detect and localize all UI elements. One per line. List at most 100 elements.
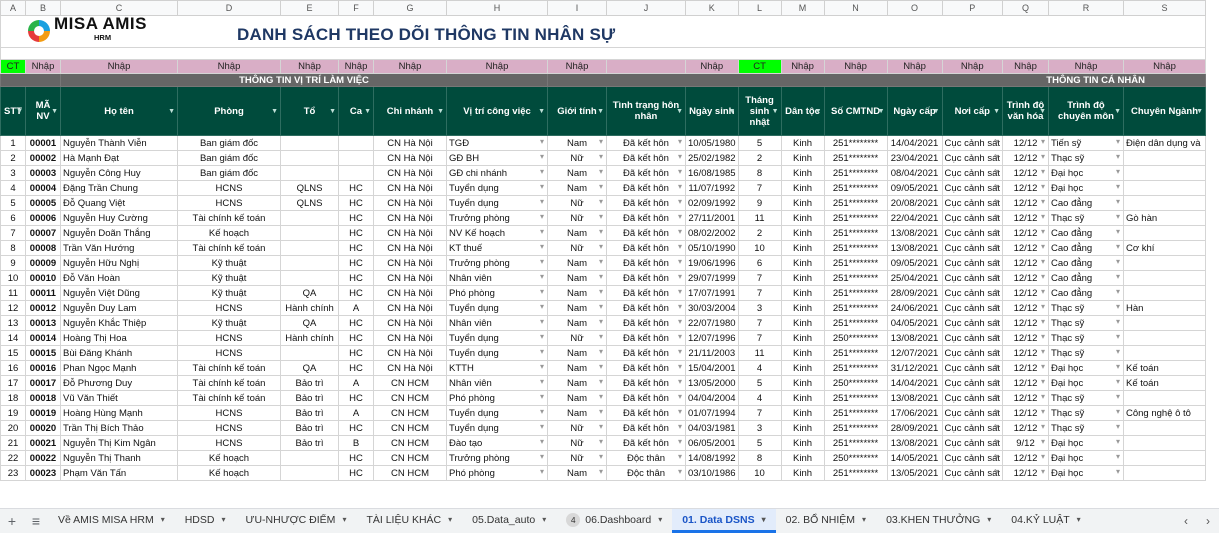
cell-i[interactable]: Nam xyxy=(547,180,607,196)
cell-q[interactable]: 12/12 xyxy=(1002,465,1049,481)
filter-icon[interactable]: ▼ xyxy=(772,106,779,117)
cell-e[interactable]: Bảo trì xyxy=(280,420,339,436)
cell-s[interactable] xyxy=(1123,225,1206,241)
cell-a[interactable]: 8 xyxy=(0,240,26,256)
menu-icon[interactable]: ≡ xyxy=(24,509,48,533)
column-header[interactable]: Trình độ chuyên môn ▼ xyxy=(1048,86,1124,136)
filter-icon[interactable]: ▼ xyxy=(329,106,336,117)
cell-g[interactable]: CN HCM xyxy=(373,390,447,406)
cell-a[interactable]: 15 xyxy=(0,345,26,361)
cell-b[interactable]: 00022 xyxy=(25,450,61,466)
cell-o[interactable]: 14/05/2021 xyxy=(886,450,943,466)
cell-o[interactable]: 14/04/2021 xyxy=(886,135,943,151)
cell-i[interactable]: Nữ xyxy=(547,150,607,166)
cell-a[interactable]: 7 xyxy=(0,225,26,241)
input-cell[interactable]: Nhập xyxy=(60,59,178,74)
cell-s[interactable] xyxy=(1123,465,1206,481)
cell-q[interactable]: 12/12 xyxy=(1002,375,1049,391)
cell-a[interactable]: 21 xyxy=(0,435,26,451)
cell-c[interactable]: Nguyễn Huy Cường xyxy=(60,210,178,226)
cell-f[interactable]: HC xyxy=(338,390,374,406)
chevron-down-icon[interactable]: ▾ xyxy=(862,515,866,524)
cell-s[interactable] xyxy=(1123,420,1206,436)
cell-g[interactable]: CN Hà Nội xyxy=(373,315,447,331)
chevron-down-icon[interactable]: ▾ xyxy=(1077,515,1081,524)
column-header[interactable]: Họ tên ▼ xyxy=(60,86,178,136)
cell-k[interactable]: 08/02/2002 xyxy=(685,225,739,241)
cell-h[interactable]: GĐ chi nhánh xyxy=(446,165,548,181)
cell-n[interactable]: 251******** xyxy=(823,180,888,196)
cell-o[interactable]: 14/04/2021 xyxy=(886,375,943,391)
cell-p[interactable]: Cục cảnh sát xyxy=(941,435,1004,451)
column-header-f[interactable]: F xyxy=(338,0,374,16)
cell-b[interactable]: 00023 xyxy=(25,465,61,481)
cell-a[interactable]: 22 xyxy=(0,450,26,466)
cell-c[interactable]: Đỗ Phương Duy xyxy=(60,375,178,391)
cell-i[interactable]: Nữ xyxy=(547,420,607,436)
cell-o[interactable]: 13/08/2021 xyxy=(886,240,943,256)
cell-f[interactable]: A xyxy=(338,375,374,391)
cell-k[interactable]: 19/06/1996 xyxy=(685,255,739,271)
cell-l[interactable]: 5 xyxy=(737,135,782,151)
cell-l[interactable]: 4 xyxy=(737,390,782,406)
cell-f[interactable]: HC xyxy=(338,345,374,361)
cell-g[interactable]: CN HCM xyxy=(373,450,447,466)
cell-k[interactable]: 05/10/1990 xyxy=(685,240,739,256)
cell-n[interactable]: 251******** xyxy=(823,435,888,451)
cell-i[interactable]: Nam xyxy=(547,315,607,331)
filter-icon[interactable]: ▼ xyxy=(878,106,885,117)
cell-e[interactable]: Bảo trì xyxy=(280,390,339,406)
cell-o[interactable]: 28/09/2021 xyxy=(886,420,943,436)
cell-a[interactable]: 13 xyxy=(0,315,26,331)
column-header[interactable]: Trình độ văn hóa ▼ xyxy=(1002,86,1049,136)
cell-b[interactable]: 00019 xyxy=(25,405,61,421)
cell-k[interactable]: 06/05/2001 xyxy=(685,435,739,451)
input-cell[interactable]: Nhập xyxy=(25,59,61,74)
sheet-tab[interactable]: 03.KHEN THƯỞNG ▾ xyxy=(876,509,1001,533)
sheet-tab[interactable]: 02. BỔ NHIỆM ▾ xyxy=(776,509,876,533)
cell-n[interactable]: 251******** xyxy=(823,135,888,151)
cell-q[interactable]: 12/12 xyxy=(1002,450,1049,466)
filter-icon[interactable]: ▼ xyxy=(933,106,940,117)
cell-b[interactable]: 00016 xyxy=(25,360,61,376)
cell-l[interactable]: 7 xyxy=(737,180,782,196)
cell-g[interactable]: CN Hà Nội xyxy=(373,345,447,361)
cell-j[interactable]: Đã kết hôn xyxy=(606,210,686,226)
cell-h[interactable]: KTTH xyxy=(446,360,548,376)
cell-d[interactable]: Kỹ thuật xyxy=(177,270,281,286)
cell-e[interactable]: QLNS xyxy=(280,180,339,196)
cell-e[interactable] xyxy=(280,270,339,286)
cell-d[interactable]: Kỹ thuật xyxy=(177,285,281,301)
input-cell[interactable]: Nhập xyxy=(338,59,374,74)
cell-d[interactable]: Kế hoạch xyxy=(177,465,281,481)
cell-o[interactable]: 20/08/2021 xyxy=(886,195,943,211)
cell-i[interactable]: Nam xyxy=(547,285,607,301)
filter-icon[interactable]: ▼ xyxy=(729,106,736,117)
filter-icon[interactable]: ▼ xyxy=(815,106,822,117)
cell-n[interactable]: 251******** xyxy=(823,150,888,166)
cell-k[interactable]: 03/10/1986 xyxy=(685,465,739,481)
cell-p[interactable]: Cục cảnh sát xyxy=(941,390,1004,406)
cell-i[interactable]: Nữ xyxy=(547,450,607,466)
cell-j[interactable]: Đã kết hôn xyxy=(606,420,686,436)
cell-c[interactable]: Phan Ngọc Mạnh xyxy=(60,360,178,376)
column-header-n[interactable]: N xyxy=(823,0,888,16)
cell-f[interactable]: B xyxy=(338,435,374,451)
cell-r[interactable]: Thạc sỹ xyxy=(1048,345,1124,361)
cell-f[interactable] xyxy=(338,165,374,181)
cell-j[interactable]: Đã kết hôn xyxy=(606,195,686,211)
cell-j[interactable]: Đã kết hôn xyxy=(606,270,686,286)
cell-o[interactable]: 04/05/2021 xyxy=(886,315,943,331)
cell-l[interactable]: 7 xyxy=(737,330,782,346)
cell-r[interactable]: Cao đẳng xyxy=(1048,255,1124,271)
cell-d[interactable]: Tài chính kế toán xyxy=(177,240,281,256)
cell-m[interactable]: Kinh xyxy=(780,390,825,406)
cell-i[interactable]: Nam xyxy=(547,345,607,361)
cell-i[interactable]: Nam xyxy=(547,255,607,271)
cell-b[interactable]: 00006 xyxy=(25,210,61,226)
cell-r[interactable]: Đại học xyxy=(1048,375,1124,391)
cell-j[interactable]: Đã kết hôn xyxy=(606,135,686,151)
cell-h[interactable]: Nhân viên xyxy=(446,375,548,391)
filter-icon[interactable]: ▼ xyxy=(271,106,278,117)
cell-r[interactable]: Tiến sỹ xyxy=(1048,135,1124,151)
